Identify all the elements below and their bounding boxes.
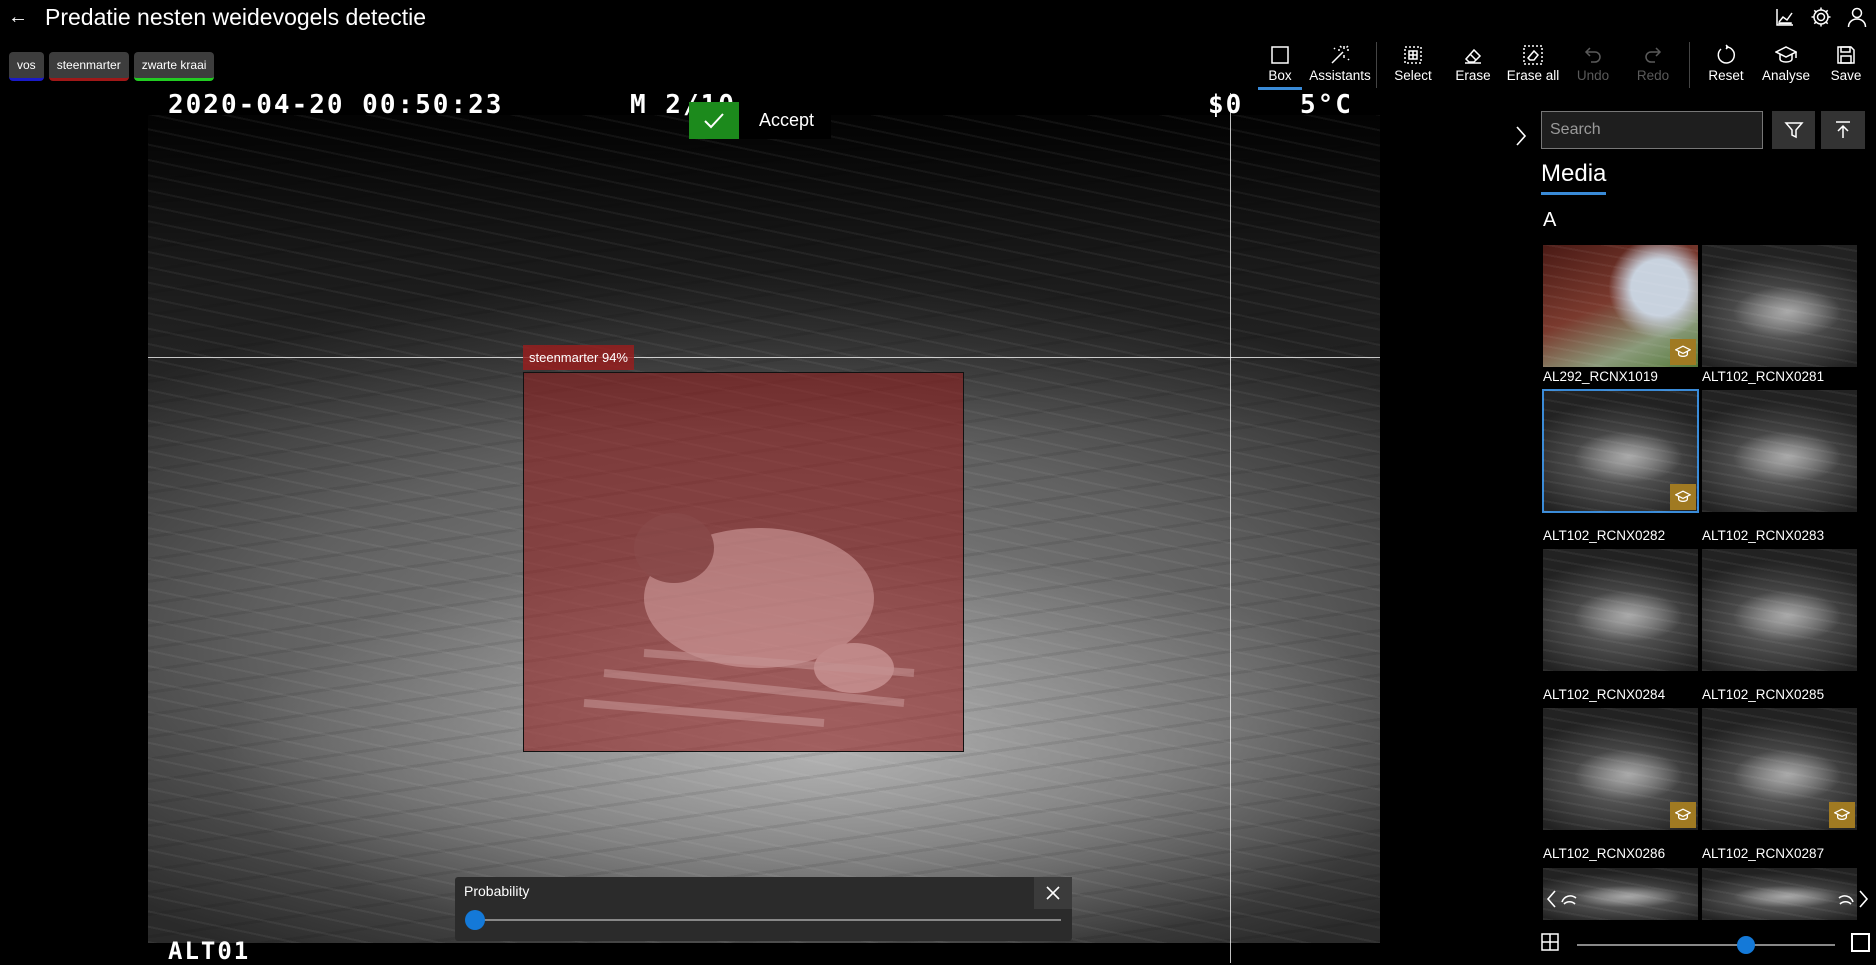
media-caption: AL292_RCNX1019 xyxy=(1543,369,1658,384)
title-icons xyxy=(1774,4,1868,30)
media-caption: ALT102_RCNX0287 xyxy=(1702,846,1825,861)
magic-wand-icon xyxy=(1331,45,1350,64)
toolbar-separator xyxy=(1689,42,1690,88)
user-icon[interactable] xyxy=(1846,6,1868,28)
reset-icon xyxy=(1717,44,1735,64)
box-icon xyxy=(1271,46,1289,64)
media-caption: ALT102_RCNX0281 xyxy=(1702,369,1825,384)
accept-label: Accept xyxy=(759,110,815,130)
chart-icon[interactable] xyxy=(1774,6,1796,28)
image-site-code: ALT01 xyxy=(168,937,251,965)
media-caption: ALT102_RCNX0283 xyxy=(1702,528,1825,543)
assistants-label: Assistants xyxy=(1309,68,1371,83)
bounding-box-label: steenmarter 94% xyxy=(523,345,634,370)
toolbar-separator xyxy=(1376,42,1377,88)
filter-icon[interactable] xyxy=(1772,111,1815,149)
undo-label: Undo xyxy=(1576,68,1610,83)
image-temperature: 5°C xyxy=(1300,93,1353,120)
media-thumbnail[interactable] xyxy=(1543,245,1698,367)
erase-label: Erase xyxy=(1455,68,1491,83)
checkmark-icon xyxy=(689,102,739,139)
select-button[interactable]: Select xyxy=(1383,38,1443,90)
animal-silhouette xyxy=(583,513,915,727)
settings-icon[interactable] xyxy=(1810,6,1832,28)
save-icon xyxy=(1837,46,1855,64)
redo-button[interactable]: Redo xyxy=(1623,38,1683,90)
box-tool-label: Box xyxy=(1268,68,1292,83)
media-thumbnail[interactable] xyxy=(1702,708,1857,830)
back-arrow-icon[interactable]: ← xyxy=(6,5,30,29)
accept-button[interactable]: Accept xyxy=(689,102,832,139)
analyse-label: Analyse xyxy=(1761,68,1811,83)
media-caption: ALT102_RCNX0282 xyxy=(1543,528,1666,543)
app-title: Predatie nesten weidevogels detectie xyxy=(45,4,427,30)
graduation-cap-icon xyxy=(1670,802,1696,828)
media-title-underline xyxy=(1541,192,1606,195)
graduation-cap-icon xyxy=(1829,802,1855,828)
select-label: Select xyxy=(1394,68,1432,83)
grid-view-icon[interactable] xyxy=(1540,932,1562,954)
media-group-letter: A xyxy=(1543,209,1557,231)
thumbnail-size-track[interactable] xyxy=(1577,944,1835,946)
redo-label: Redo xyxy=(1636,68,1670,83)
crosshair-vertical xyxy=(1230,93,1231,963)
media-thumbnail-selected[interactable] xyxy=(1542,389,1699,513)
save-label: Save xyxy=(1830,68,1862,83)
erase-all-button[interactable]: Erase all xyxy=(1503,38,1563,90)
media-caption: ALT102_RCNX0284 xyxy=(1543,687,1666,702)
redo-icon xyxy=(1645,47,1662,63)
close-icon[interactable] xyxy=(1034,877,1072,909)
media-caption: ALT102_RCNX0285 xyxy=(1702,687,1825,702)
next-image-button[interactable] xyxy=(1826,884,1872,914)
box-tool-button[interactable]: Box xyxy=(1250,38,1310,90)
label-chip-zwarte-kraai[interactable]: zwarte kraai xyxy=(133,52,215,81)
assistants-button[interactable]: Assistants xyxy=(1309,38,1371,90)
undo-icon xyxy=(1584,47,1601,63)
single-view-icon[interactable] xyxy=(1851,933,1870,952)
graduation-cap-icon xyxy=(1670,339,1696,365)
erase-button[interactable]: Erase xyxy=(1443,38,1503,90)
previous-image-button[interactable] xyxy=(1543,884,1589,914)
image-moon: $0 xyxy=(1208,93,1244,120)
media-thumbnail[interactable] xyxy=(1702,245,1857,367)
undo-button[interactable]: Undo xyxy=(1563,38,1623,90)
probability-panel: Probability xyxy=(455,877,1072,941)
search-input[interactable] xyxy=(1541,111,1763,149)
probability-slider-thumb[interactable] xyxy=(465,910,485,930)
image-timestamp: 2020-04-20 00:50:23 xyxy=(168,93,504,120)
label-chips: vos steenmarter zwarte kraai xyxy=(9,52,215,81)
media-title: Media xyxy=(1541,160,1607,187)
save-button[interactable]: Save xyxy=(1816,38,1876,90)
crosshair-horizontal xyxy=(148,357,1380,358)
toolbar: Box Assistants Select Erase Erase all Un… xyxy=(1250,38,1876,90)
media-thumbnail[interactable] xyxy=(1702,390,1857,512)
erase-all-icon xyxy=(1523,45,1543,65)
media-thumbnail[interactable] xyxy=(1543,549,1698,671)
bounding-box[interactable] xyxy=(523,372,964,752)
probability-slider-track[interactable] xyxy=(473,919,1061,921)
reset-label: Reset xyxy=(1708,68,1744,83)
analyse-button[interactable]: Analyse xyxy=(1756,38,1816,90)
reset-button[interactable]: Reset xyxy=(1696,38,1756,90)
app-window: ← Predatie nesten weidevogels detectie v… xyxy=(0,0,1876,965)
media-thumbnail[interactable] xyxy=(1702,549,1857,671)
title-bar: ← Predatie nesten weidevogels detectie xyxy=(0,0,1876,34)
select-grid-icon xyxy=(1404,46,1422,64)
eraser-icon xyxy=(1464,48,1482,64)
erase-all-label: Erase all xyxy=(1506,68,1560,83)
thumbnail-size-thumb[interactable] xyxy=(1737,936,1755,954)
media-caption: ALT102_RCNX0286 xyxy=(1543,846,1666,861)
media-thumbnail[interactable] xyxy=(1543,708,1698,830)
graduation-cap-icon xyxy=(1670,484,1696,510)
scroll-top-icon[interactable] xyxy=(1821,111,1865,149)
chevron-right-icon[interactable] xyxy=(1509,118,1533,154)
probability-title: Probability xyxy=(464,883,530,899)
label-chip-vos[interactable]: vos xyxy=(9,52,44,81)
graduation-cap-icon xyxy=(1775,46,1797,63)
label-chip-steenmarter[interactable]: steenmarter xyxy=(48,52,129,81)
